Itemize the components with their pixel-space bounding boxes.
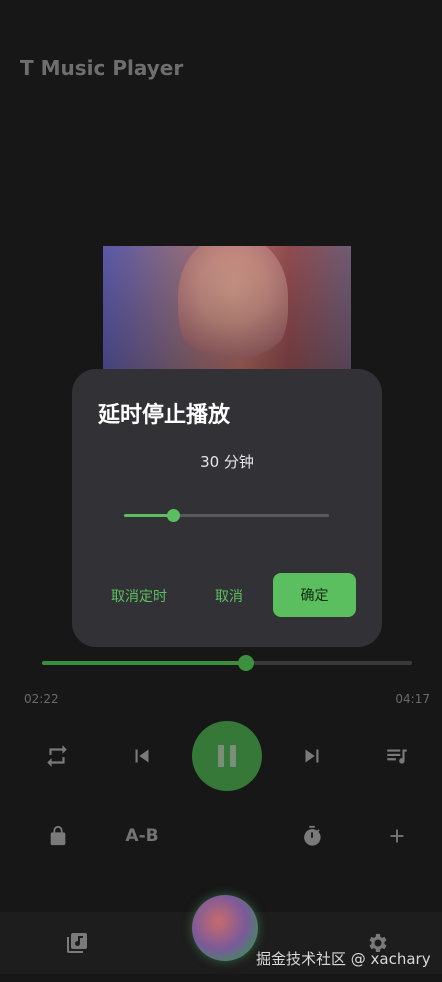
- timer-value: 30 分钟: [200, 453, 254, 471]
- cancel-button[interactable]: 取消: [215, 586, 243, 606]
- cancel-timer-button[interactable]: 取消定时: [111, 586, 167, 606]
- timer-slider[interactable]: [124, 509, 329, 522]
- dialog-title: 延时停止播放: [98, 403, 231, 428]
- sleep-timer-dialog: 延时停止播放 30 分钟 取消定时 取消 确定: [72, 369, 382, 647]
- confirm-button[interactable]: 确定: [273, 573, 356, 617]
- timer-slider-thumb[interactable]: [167, 509, 181, 522]
- timer-slider-fill: [124, 514, 174, 517]
